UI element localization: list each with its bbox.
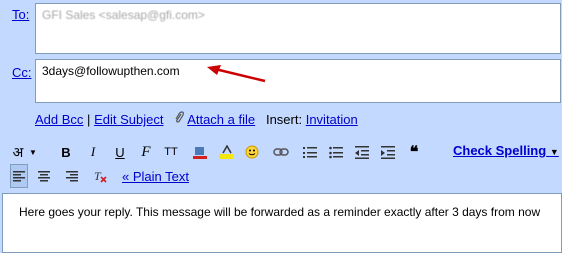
to-field[interactable]: GFI Sales <salesap@gfi.com> bbox=[35, 3, 561, 54]
plain-text-link[interactable]: « Plain Text bbox=[122, 164, 189, 188]
font-size-button[interactable]: TT bbox=[160, 140, 182, 164]
invitation-link[interactable]: Invitation bbox=[306, 112, 358, 127]
to-value: GFI Sales <salesap@gfi.com> bbox=[42, 8, 205, 22]
formatting-toolbar: अ ▼ B I U F TT ❝ Check Spelling ▼ bbox=[10, 140, 562, 166]
cc-value: 3days@followupthen.com bbox=[42, 64, 180, 78]
remove-formatting-icon[interactable]: T bbox=[92, 164, 108, 188]
link-icon[interactable] bbox=[272, 140, 290, 164]
cc-label[interactable]: Cc: bbox=[12, 65, 32, 80]
check-spelling-link[interactable]: Check Spelling ▼ bbox=[453, 143, 559, 158]
font-button[interactable]: F bbox=[138, 140, 154, 164]
alignment-toolbar: T « Plain Text bbox=[10, 164, 562, 188]
bulleted-list-icon[interactable] bbox=[328, 140, 344, 164]
numbered-list-icon[interactable] bbox=[302, 140, 318, 164]
add-bcc-link[interactable]: Add Bcc bbox=[35, 112, 83, 127]
cc-field[interactable]: 3days@followupthen.com bbox=[35, 59, 561, 103]
svg-text:T: T bbox=[94, 169, 102, 183]
align-left-icon[interactable] bbox=[10, 164, 28, 188]
chevron-down-icon[interactable]: ▼ bbox=[26, 140, 40, 164]
highlight-icon[interactable] bbox=[218, 140, 234, 164]
link-separator: | bbox=[87, 112, 91, 127]
increase-indent-icon[interactable] bbox=[380, 140, 396, 164]
quote-icon[interactable]: ❝ bbox=[406, 140, 422, 164]
underline-button[interactable]: U bbox=[112, 140, 128, 164]
message-body-text: Here goes your reply. This message will … bbox=[19, 205, 541, 219]
chevron-down-icon[interactable]: ▼ bbox=[550, 147, 559, 157]
bold-button[interactable]: B bbox=[58, 140, 74, 164]
align-right-icon[interactable] bbox=[64, 164, 80, 188]
to-label[interactable]: To: bbox=[12, 7, 29, 22]
compose-links: Add Bcc | Edit Subject Attach a file Ins… bbox=[35, 111, 358, 127]
align-center-icon[interactable] bbox=[36, 164, 52, 188]
edit-subject-link[interactable]: Edit Subject bbox=[94, 112, 163, 127]
red-arrow-annotation bbox=[207, 65, 266, 83]
message-body[interactable]: Here goes your reply. This message will … bbox=[2, 193, 562, 253]
input-tools-button[interactable]: अ bbox=[10, 140, 26, 164]
text-color-icon[interactable] bbox=[192, 140, 208, 164]
emoticon-icon[interactable] bbox=[244, 140, 260, 164]
paperclip-icon bbox=[174, 111, 185, 127]
attach-file-link[interactable]: Attach a file bbox=[187, 112, 255, 127]
italic-button[interactable]: I bbox=[86, 140, 100, 164]
insert-label: Insert: bbox=[265, 112, 303, 127]
decrease-indent-icon[interactable] bbox=[354, 140, 370, 164]
